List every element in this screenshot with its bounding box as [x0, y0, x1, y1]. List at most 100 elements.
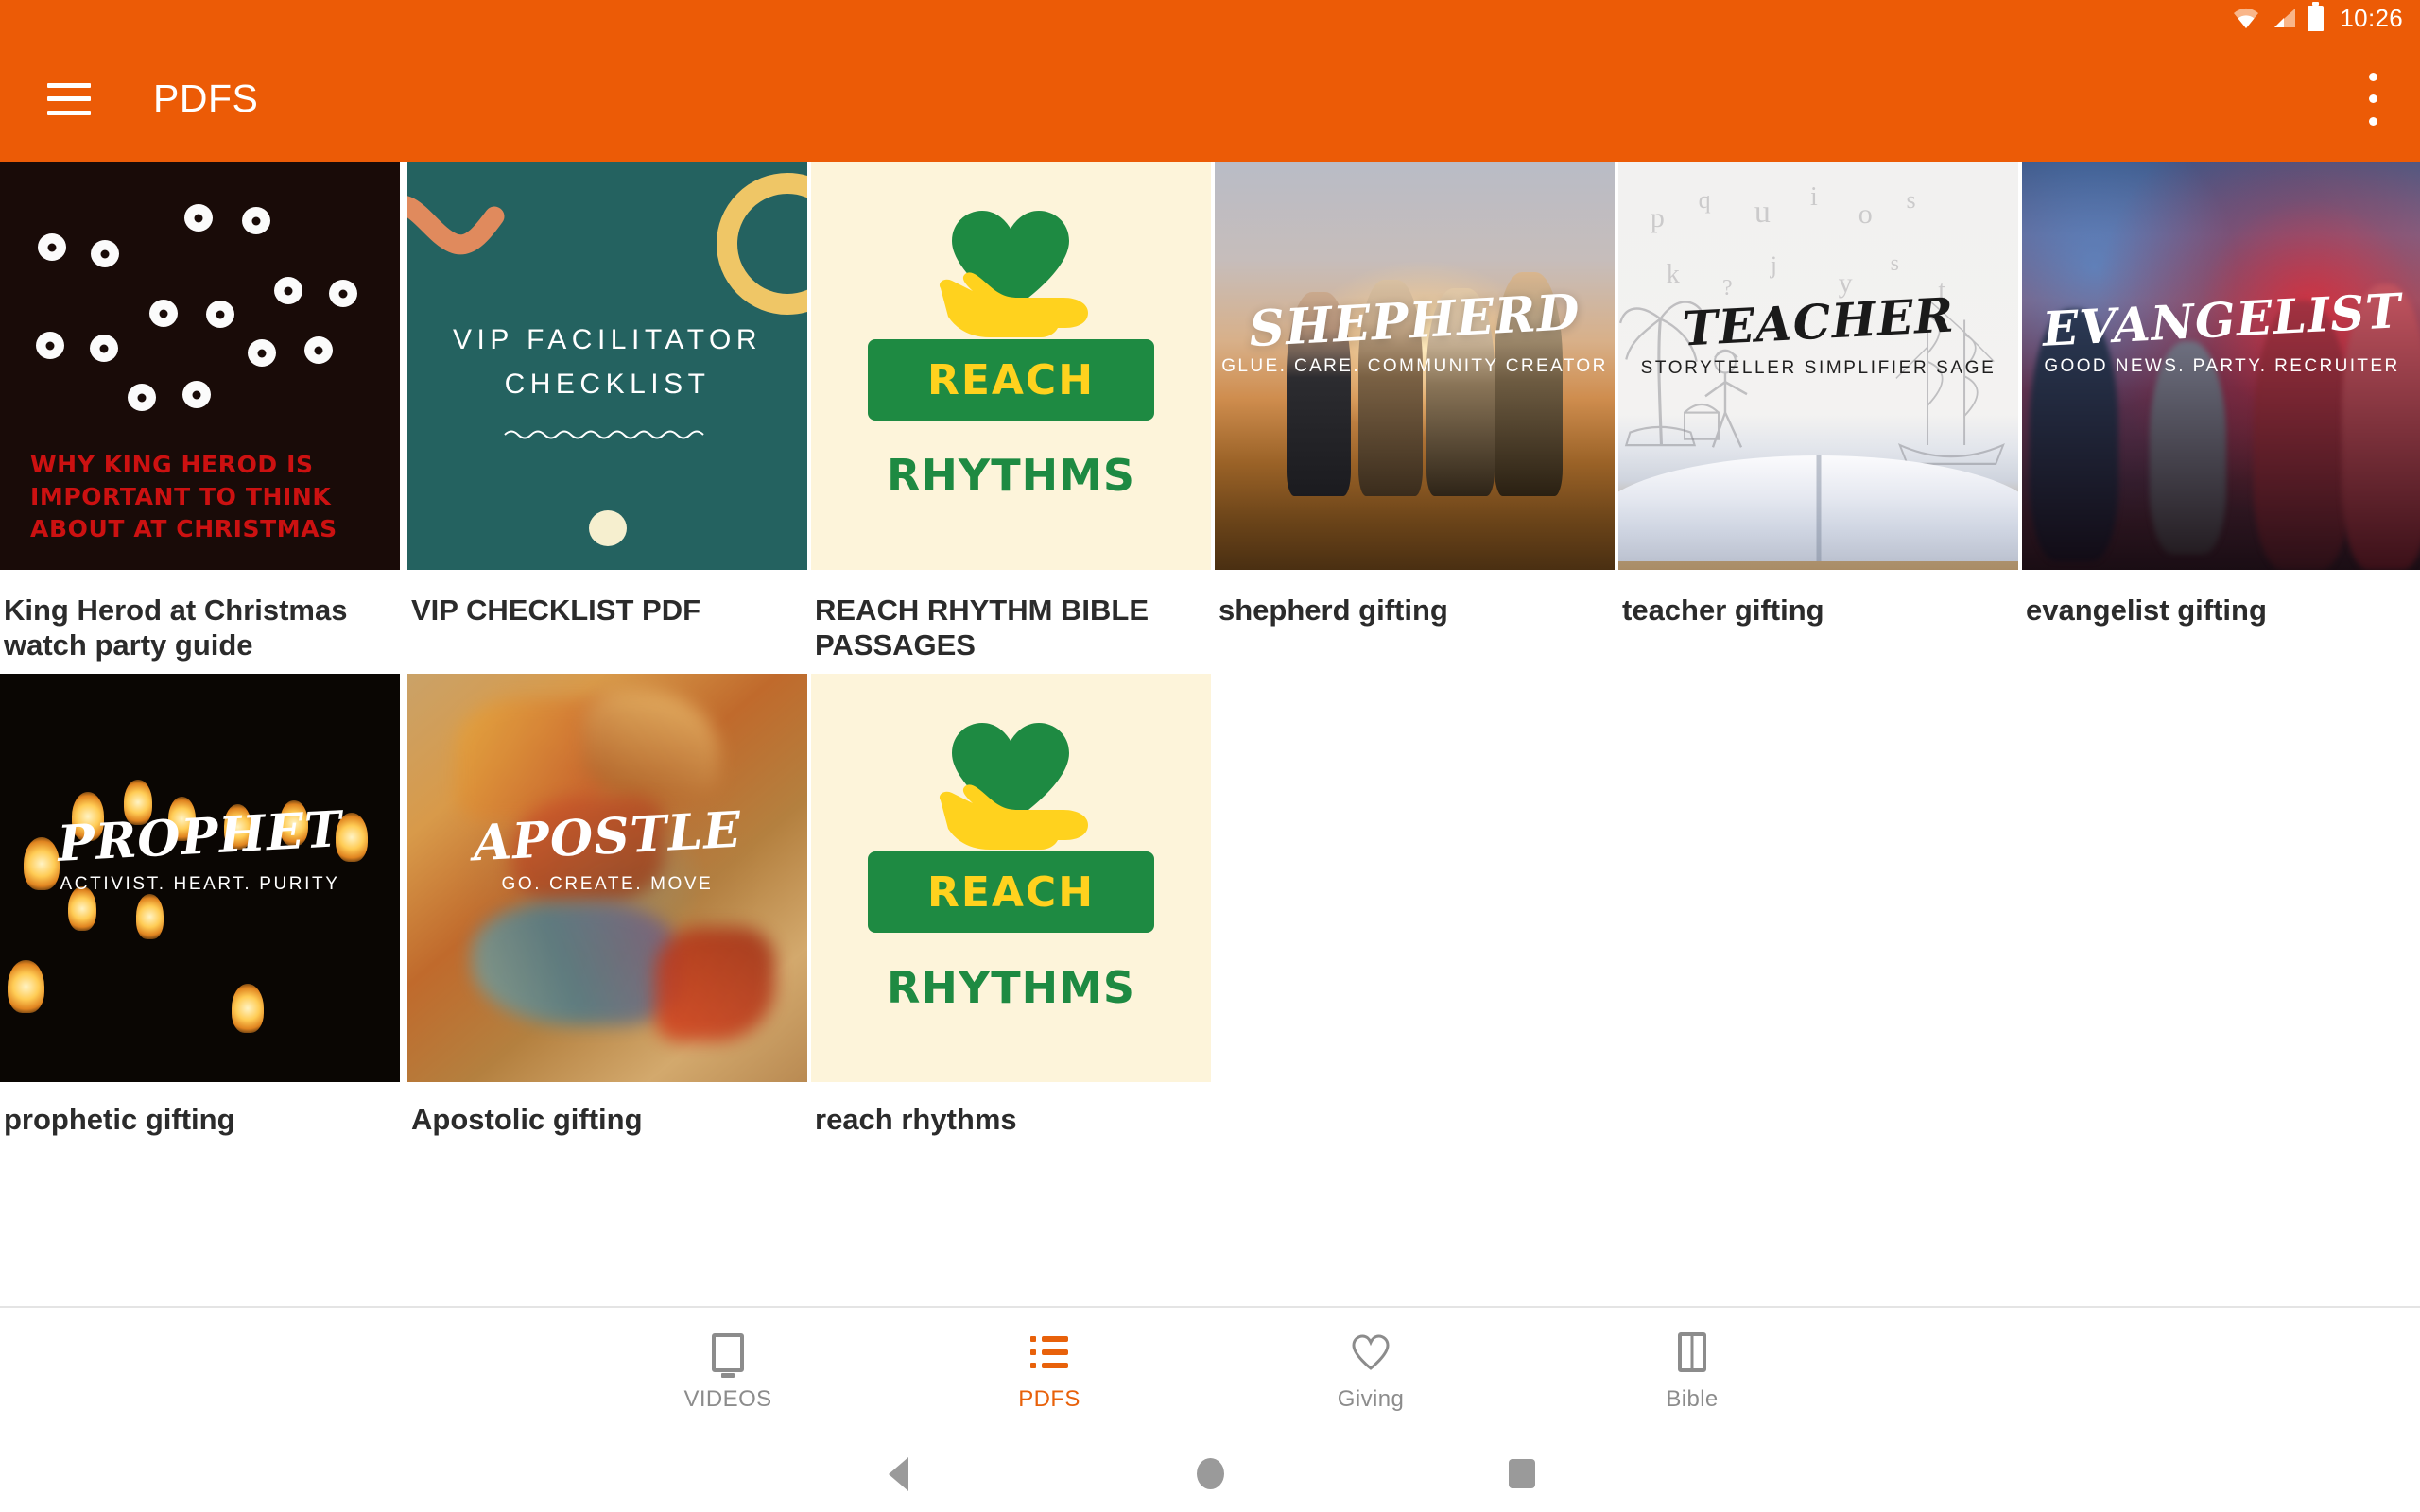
eye-dot — [274, 277, 302, 304]
eye-dot — [149, 300, 178, 327]
candle-flame — [135, 894, 164, 939]
pdf-title: King Herod at Christmas watch party guid… — [4, 593, 348, 662]
thumbnail-vip-checklist[interactable]: VIP FACILITATOR CHECKLIST — [407, 162, 807, 570]
thumbnail-evangelist[interactable]: EVANGELIST GOOD NEWS. PARTY. RECRUITER — [2022, 162, 2420, 570]
tab-label: PDFS — [1018, 1386, 1080, 1412]
floating-letter: s — [1890, 251, 1899, 277]
pdf-card-evangelist-gifting[interactable]: EVANGELIST GOOD NEWS. PARTY. RECRUITER e… — [2018, 162, 2420, 628]
eye-dot — [38, 233, 66, 261]
battery-icon — [2308, 1, 2325, 31]
grid-row: WHY KING HEROD IS IMPORTANT TO THINK ABO… — [0, 162, 2420, 662]
eye-dot — [128, 384, 156, 411]
thumbnail-subtitle: GO. CREATE. MOVE — [501, 874, 714, 895]
dot-decoration — [588, 510, 627, 546]
eye-dot — [91, 240, 119, 267]
eye-dot — [90, 335, 118, 362]
thumbnail-shepherd[interactable]: SHEPHERD GLUE. CARE. COMMUNITY CREATOR — [1215, 162, 1615, 570]
eye-dot — [182, 381, 211, 408]
pdf-title: evangelist gifting — [2026, 593, 2267, 627]
pdf-title: prophetic gifting — [4, 1103, 235, 1137]
eye-dot — [206, 301, 234, 328]
recents-square-icon — [1509, 1459, 1535, 1488]
pdf-title: REACH RHYTHM BIBLE PASSAGES — [815, 593, 1150, 662]
pdf-card-king-herod[interactable]: WHY KING HEROD IS IMPORTANT TO THINK ABO… — [0, 162, 404, 662]
eye-dot — [184, 204, 213, 232]
reach-badge: REACH — [868, 851, 1154, 934]
thumbnail-king-herod[interactable]: WHY KING HEROD IS IMPORTANT TO THINK ABO… — [0, 162, 400, 570]
floating-letter: q — [1698, 185, 1711, 214]
floating-letter: j — [1770, 251, 1777, 280]
pdf-card-reach-rhythm-bible-passages[interactable]: REACH RHYTHMS REACH RHYTHM BIBLE PASSAGE… — [807, 162, 1211, 662]
tab-giving[interactable]: Giving — [1210, 1308, 1531, 1435]
thumbnail-apostle[interactable]: APOSTLE GO. CREATE. MOVE — [407, 674, 807, 1083]
monitor-icon — [706, 1331, 750, 1374]
app-bar: PDFS — [0, 36, 2420, 162]
floating-letter: p — [1650, 202, 1665, 234]
status-bar: 10:26 — [0, 0, 2420, 36]
pdf-card-prophetic-gifting[interactable]: PROPHET ACTIVIST. HEART. PURITY propheti… — [0, 674, 404, 1138]
thumbnail-subtitle: ACTIVIST. HEART. PURITY — [60, 874, 340, 895]
floating-letter: i — [1810, 181, 1818, 212]
overflow-menu-icon[interactable] — [2367, 72, 2378, 126]
heart-in-hand-logo-icon — [811, 198, 1211, 339]
thumbnail-subtitle: STORYTELLER SIMPLIFIER SAGE — [1640, 358, 1996, 378]
pdf-card-shepherd-gifting[interactable]: SHEPHERD GLUE. CARE. COMMUNITY CREATOR s… — [1211, 162, 1615, 628]
pdf-title: Apostolic gifting — [411, 1103, 643, 1137]
thumbnail-subtitle: GOOD NEWS. PARTY. RECRUITER — [2044, 356, 2400, 376]
home-button[interactable] — [1054, 1458, 1366, 1489]
eye-dot — [329, 280, 357, 307]
home-circle-icon — [1196, 1458, 1224, 1489]
pdf-title: VIP CHECKLIST PDF — [411, 593, 701, 627]
thumbnail-reach-rhythms[interactable]: REACH RHYTHMS — [811, 162, 1211, 570]
squiggle-decoration — [407, 196, 521, 276]
candle-flame — [232, 984, 265, 1034]
thumbnail-teacher[interactable]: p q u i o s k ? j y s t TEACHER STORYTEL… — [1618, 162, 2018, 570]
page-title: PDFS — [153, 77, 259, 120]
thumbnail-subtitle: GLUE. CARE. COMMUNITY CREATOR — [1221, 356, 1608, 376]
reach-badge-label: REACH — [926, 355, 1096, 404]
book-icon — [1670, 1331, 1714, 1374]
tab-pdfs[interactable]: PDFS — [889, 1308, 1210, 1435]
pdf-card-teacher-gifting[interactable]: p q u i o s k ? j y s t TEACHER STORYTEL… — [1615, 162, 2018, 628]
grid-row: PROPHET ACTIVIST. HEART. PURITY propheti… — [0, 674, 2420, 1138]
status-bar-icons: 10:26 — [2232, 1, 2403, 33]
hamburger-menu-icon[interactable] — [47, 82, 91, 115]
status-time: 10:26 — [2340, 3, 2403, 32]
thumbnail-prophet[interactable]: PROPHET ACTIVIST. HEART. PURITY — [0, 674, 400, 1083]
motion-streak — [655, 926, 776, 1041]
tab-label: VIDEOS — [683, 1386, 772, 1412]
heart-in-hand-logo-icon — [811, 710, 1211, 851]
pdf-card-vip-checklist[interactable]: VIP FACILITATOR CHECKLIST VIP CHECKLIST … — [404, 162, 807, 628]
thumbnail-headline: WHY KING HEROD IS IMPORTANT TO THINK ABO… — [30, 451, 337, 542]
back-button[interactable] — [742, 1456, 1054, 1491]
floating-letter: u — [1754, 194, 1771, 230]
pdf-grid: WHY KING HEROD IS IMPORTANT TO THINK ABO… — [0, 162, 2420, 1310]
eye-dot — [304, 336, 333, 364]
cellular-signal-icon — [2271, 7, 2297, 29]
candle-flame — [8, 959, 44, 1013]
pdf-title: reach rhythms — [815, 1103, 1017, 1137]
tab-videos[interactable]: VIDEOS — [567, 1308, 889, 1435]
back-triangle-icon — [888, 1456, 908, 1491]
circle-decoration — [717, 173, 807, 315]
heart-icon — [1349, 1331, 1392, 1374]
pdf-card-apostolic-gifting[interactable]: APOSTLE GO. CREATE. MOVE Apostolic gifti… — [404, 674, 807, 1138]
bottom-tab-bar: VIDEOS PDFS Giving Bible — [0, 1306, 2420, 1435]
wifi-icon — [2232, 7, 2260, 29]
android-navigation-bar — [0, 1435, 2420, 1512]
thumbnail-reach-rhythms[interactable]: REACH RHYTHMS — [811, 674, 1211, 1083]
reach-badge-label: REACH — [926, 868, 1096, 917]
recents-button[interactable] — [1366, 1459, 1678, 1488]
pdf-card-reach-rhythms[interactable]: REACH RHYTHMS reach rhythms — [807, 674, 1211, 1138]
floating-letter: o — [1858, 198, 1873, 230]
motion-streak — [471, 902, 680, 1025]
eye-dot — [242, 207, 270, 234]
tab-bible[interactable]: Bible — [1531, 1308, 1853, 1435]
rhythms-label: RHYTHMS — [886, 450, 1135, 501]
pdf-title: teacher gifting — [1622, 593, 1824, 627]
reach-badge: REACH — [868, 339, 1154, 421]
eye-dot — [36, 332, 64, 359]
tab-label: Giving — [1337, 1386, 1405, 1412]
rhythms-label: RHYTHMS — [886, 962, 1135, 1014]
list-icon — [1028, 1331, 1071, 1374]
